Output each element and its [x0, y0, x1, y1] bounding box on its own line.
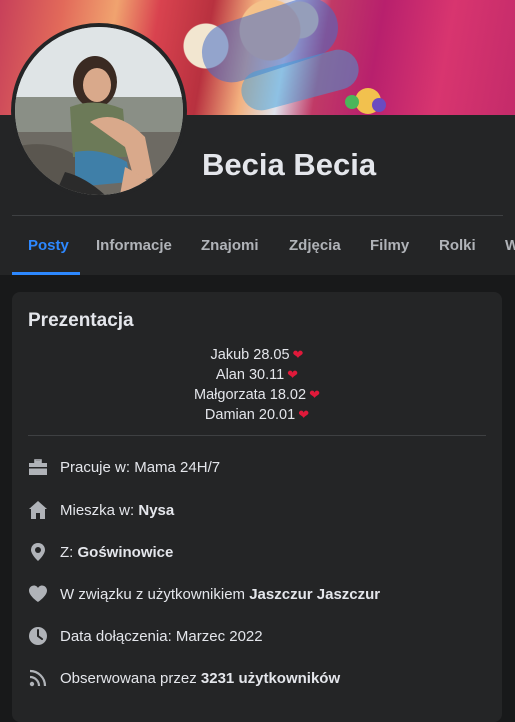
bio-line: Alan 30.11 ❤: [215, 367, 299, 383]
heart-emoji: ❤: [287, 367, 299, 382]
tab-reels[interactable]: Rolki: [439, 216, 476, 275]
briefcase-icon: [28, 457, 48, 477]
clock-icon: [28, 626, 48, 646]
intro-bio: Jakub 28.05 ❤ Alan 30.11 ❤ Małgorzata 18.0…: [12, 345, 502, 425]
bio-line: Damian 20.01 ❤: [204, 407, 310, 423]
heart-icon: [28, 584, 48, 604]
tab-friends[interactable]: Znajomi: [201, 216, 259, 275]
joined-value: Marzec 2022: [175, 627, 263, 645]
profile-name: Becia Becia: [202, 147, 377, 182]
heart-emoji: ❤: [298, 407, 310, 422]
info-lives-in: Mieszka w: Nysa: [28, 498, 174, 522]
heart-emoji: ❤: [292, 347, 304, 362]
intro-card: Prezentacja Jakub 28.05 ❤ Alan 30.11 ❤ Mał…: [12, 292, 502, 722]
info-work: Pracuje w: Mama 24H/7: [28, 455, 220, 479]
partner-link[interactable]: Jaszczur Jaszczur: [249, 586, 380, 603]
avatar[interactable]: [11, 23, 187, 199]
heart-emoji: ❤: [309, 387, 320, 402]
info-followers: Obserwowana przez 3231 użytkowników: [28, 666, 340, 690]
bio-line: Jakub 28.05 ❤: [210, 347, 304, 363]
hometown-link[interactable]: Goświnowice: [78, 544, 174, 561]
location-pin-icon: [28, 542, 48, 562]
tab-videos[interactable]: Filmy: [370, 216, 409, 275]
tab-photos[interactable]: Zdjęcia: [289, 216, 341, 275]
tab-about[interactable]: Informacje: [96, 216, 172, 275]
work-value: Mama 24H/7: [134, 458, 221, 476]
active-tab-indicator: [12, 272, 80, 275]
info-joined: Data dołączenia: Marzec 2022: [28, 624, 263, 648]
lives-in-link[interactable]: Nysa: [138, 502, 174, 519]
home-icon: [28, 500, 48, 520]
info-from: Z: Goświnowice: [28, 540, 173, 564]
rss-icon: [28, 668, 48, 688]
intro-title: Prezentacja: [28, 310, 134, 331]
tab-posts[interactable]: Posty: [28, 216, 69, 275]
info-relationship: W związku z użytkownikiem Jaszczur Jaszc…: [28, 582, 380, 606]
intro-divider: [28, 435, 486, 436]
tab-more[interactable]: W: [505, 216, 515, 275]
followers-link[interactable]: 3231 użytkowników: [201, 670, 340, 687]
bio-line: Małgorzata 18.02 ❤: [194, 387, 320, 403]
